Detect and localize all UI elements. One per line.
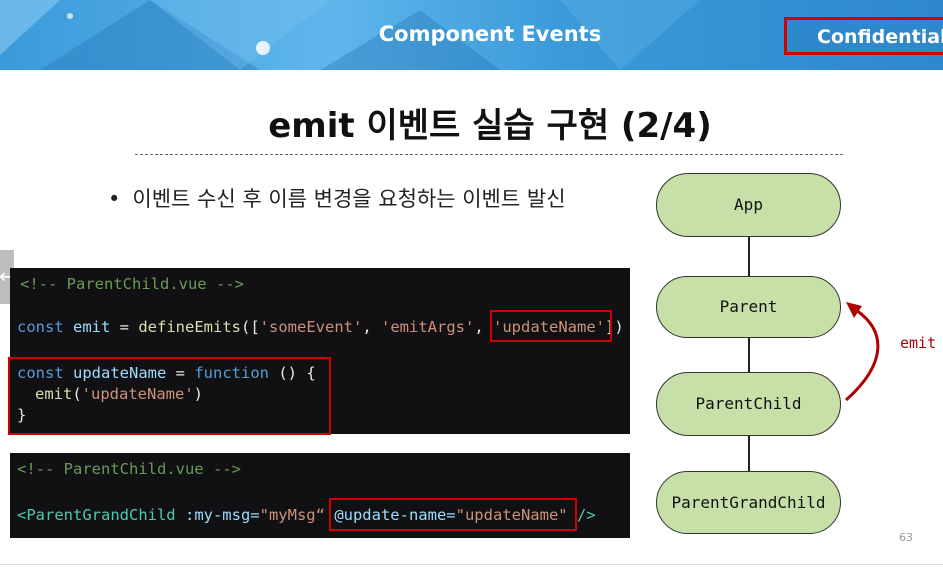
bullet-item: • 이벤트 수신 후 이름 변경을 요청하는 이벤트 발신 — [108, 183, 566, 213]
bullet-dot-icon: • — [108, 187, 121, 211]
diagram-node-parentchild: ParentChild — [656, 372, 841, 436]
confidential-badge: Confidential — [784, 17, 943, 55]
code-attribute: :my-msg= — [184, 506, 260, 524]
code-keyword: const — [17, 318, 64, 336]
highlight-box-update-name-listener — [329, 498, 577, 531]
connector-line — [748, 236, 750, 278]
emit-label: emit — [900, 334, 937, 352]
connector-line — [748, 435, 750, 473]
highlight-box-function-block — [8, 357, 331, 435]
code-operator: = — [110, 318, 139, 336]
highlight-box-updatename-string — [490, 310, 612, 342]
code-punct: , — [362, 318, 381, 336]
diagram-node-parentgrandchild: ParentGrandChild — [656, 471, 841, 534]
code-string: 'someEvent' — [259, 318, 363, 336]
code-comment: <!-- ParentChild.vue --> — [20, 275, 244, 293]
node-label: Parent — [719, 297, 778, 316]
code-function: defineEmits — [138, 318, 241, 336]
slide-heading: emit 이벤트 실습 구현 (2/4) — [268, 106, 712, 146]
node-label: App — [734, 195, 763, 214]
node-label: ParentGrandChild — [671, 493, 826, 512]
diagram-node-parent: Parent — [656, 276, 841, 338]
code-comment: <!-- ParentChild.vue --> — [17, 460, 241, 478]
code-punct: ([ — [241, 318, 260, 336]
code-string: 'emitArgs' — [381, 318, 475, 336]
heading-divider — [135, 154, 843, 155]
diagram-node-app: App — [656, 173, 841, 237]
footer-divider — [0, 564, 943, 565]
code-string: "myMsg“ — [259, 506, 325, 524]
code-tag: <ParentGrandChild — [17, 506, 176, 524]
code-tag: /> — [576, 506, 596, 524]
node-label: ParentChild — [695, 394, 802, 413]
connector-line — [748, 336, 750, 373]
code-identifier: emit — [73, 318, 111, 336]
bullet-text: 이벤트 수신 후 이름 변경을 요청하는 이벤트 발신 — [132, 187, 566, 211]
page-number: 63 — [899, 531, 913, 544]
emit-arrow-icon — [845, 302, 880, 402]
header-banner: Component Events Confidential — [0, 0, 943, 70]
confidential-label: Confidential — [817, 26, 943, 48]
